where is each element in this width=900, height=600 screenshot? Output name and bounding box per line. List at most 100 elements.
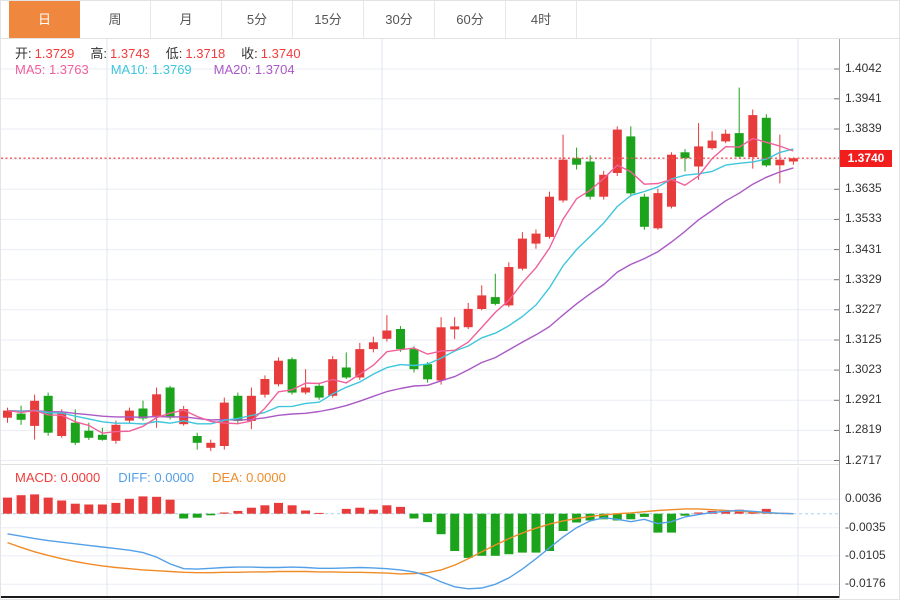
- macd-bar: [382, 505, 392, 514]
- candle-body: [423, 364, 433, 380]
- price-axis: 1.3740 1.4042 1.3941 1.3839 1.3635 1.3533 1.3…: [839, 39, 899, 598]
- candle-body: [626, 136, 636, 194]
- candle-body: [219, 402, 229, 446]
- tab-period-5分[interactable]: 5分: [222, 1, 293, 38]
- candle-body: [341, 367, 351, 378]
- macd-bar: [409, 513, 419, 519]
- candle-body: [721, 133, 731, 142]
- candle-body: [396, 329, 405, 350]
- candle-body: [585, 161, 595, 197]
- price-tick-label: 1.4042: [845, 61, 882, 75]
- macd-bar: [436, 513, 446, 535]
- tab-period-4时[interactable]: 4时: [506, 1, 577, 38]
- candle-body: [84, 430, 94, 438]
- close-label: 收:: [241, 46, 258, 61]
- dea-value: DEA: 0.0000: [212, 470, 286, 485]
- bottom-border: [1, 596, 839, 598]
- macd-bar: [152, 496, 162, 514]
- macd-bar: [490, 513, 500, 556]
- price-tick-label: 1.3941: [845, 90, 882, 105]
- macd-bar: [680, 513, 690, 516]
- candle-body: [368, 342, 378, 350]
- candle-body: [748, 115, 758, 158]
- macd-bar: [260, 505, 270, 514]
- macd-bar: [355, 507, 365, 514]
- macd-bar: [3, 497, 12, 514]
- candle-body: [517, 238, 527, 269]
- macd-tick-label: -0.0035: [845, 519, 886, 534]
- candle-body: [30, 400, 40, 426]
- candle-body: [463, 308, 473, 328]
- price-tick-label: 1.3431: [845, 241, 882, 256]
- macd-bar: [111, 502, 121, 514]
- macd-bar: [219, 512, 229, 514]
- macd-tick-label: 0.0036: [845, 491, 882, 506]
- tab-period-月[interactable]: 月: [151, 1, 222, 38]
- macd-bar: [287, 505, 297, 514]
- macd-bar: [423, 513, 433, 523]
- candle-body: [477, 295, 487, 309]
- tab-period-日[interactable]: 日: [9, 1, 80, 38]
- candle-body: [545, 196, 554, 237]
- macd-bar: [450, 513, 460, 551]
- candle-body: [274, 360, 283, 385]
- candle-body: [680, 152, 690, 159]
- macd-infobar: MACD: 0.0000 DIFF: 0.0000 DEA: 0.0000: [15, 470, 286, 485]
- tab-period-周[interactable]: 周: [80, 1, 151, 38]
- candle-body: [328, 359, 338, 396]
- tab-period-30分[interactable]: 30分: [364, 1, 435, 38]
- candle-body: [16, 413, 26, 420]
- macd-bar: [165, 499, 175, 514]
- candle-body: [639, 196, 649, 227]
- candle-body: [152, 394, 162, 416]
- diff-value: DIFF: 0.0000: [118, 470, 195, 485]
- price-tick-label: 1.2819: [845, 422, 882, 437]
- macd-bar: [463, 513, 473, 558]
- candle-body: [775, 159, 785, 166]
- macd-bar: [179, 513, 189, 519]
- panel-divider: [1, 464, 839, 465]
- macd-bar: [531, 513, 541, 553]
- candle-body: [124, 410, 134, 421]
- candle-body: [206, 442, 216, 448]
- macd-bar: [396, 506, 405, 514]
- macd-bar: [84, 504, 94, 514]
- candle-body: [314, 385, 324, 398]
- macd-bar: [639, 513, 649, 517]
- candle-body: [260, 379, 270, 395]
- candle-body: [382, 330, 392, 339]
- tab-period-15分[interactable]: 15分: [293, 1, 364, 38]
- macd-bar: [301, 510, 311, 514]
- candle-body: [450, 326, 460, 330]
- price-tick-label: 1.3329: [845, 271, 882, 286]
- price-tick-label: 1.3533: [845, 211, 882, 226]
- macd-histogram: [3, 494, 785, 558]
- open-label: 开:: [15, 46, 32, 61]
- high-value: 1.3743: [110, 46, 150, 61]
- macd-bar: [192, 513, 202, 518]
- candle-body: [111, 424, 121, 441]
- macd-bar: [504, 513, 514, 555]
- macd-bar: [233, 510, 243, 514]
- macd-tick-label: -0.0176: [845, 576, 886, 591]
- trading-chart-app: 日周月 5分 15分 30分 60分 4时 开: 1.3729 高: 1.3743 低: 1.371…: [0, 0, 900, 600]
- macd-tick-label: -0.0105: [845, 547, 886, 562]
- tab-period-60分[interactable]: 60分: [435, 1, 506, 38]
- ma20-value: MA20: 1.3704: [213, 62, 295, 77]
- price-tick-label: 1.3023: [845, 362, 882, 377]
- macd-bar: [124, 498, 134, 514]
- price-tick-label: 1.3227: [845, 301, 882, 316]
- close-value: 1.3740: [260, 46, 301, 61]
- period-tabbar: 日周月 5分 15分 30分 60分 4时: [1, 1, 899, 39]
- open-value: 1.3729: [34, 46, 75, 61]
- candle-body: [192, 436, 202, 443]
- candle-body: [653, 193, 663, 229]
- low-value: 1.3718: [185, 46, 226, 61]
- candle-body: [558, 159, 568, 201]
- macd-bar: [667, 513, 676, 533]
- macd-bar: [368, 509, 378, 514]
- price-tick-label: 1.3839: [845, 120, 882, 135]
- candle-body: [97, 434, 107, 440]
- candlestick-chart[interactable]: [1, 39, 839, 465]
- macd-chart[interactable]: [1, 467, 839, 598]
